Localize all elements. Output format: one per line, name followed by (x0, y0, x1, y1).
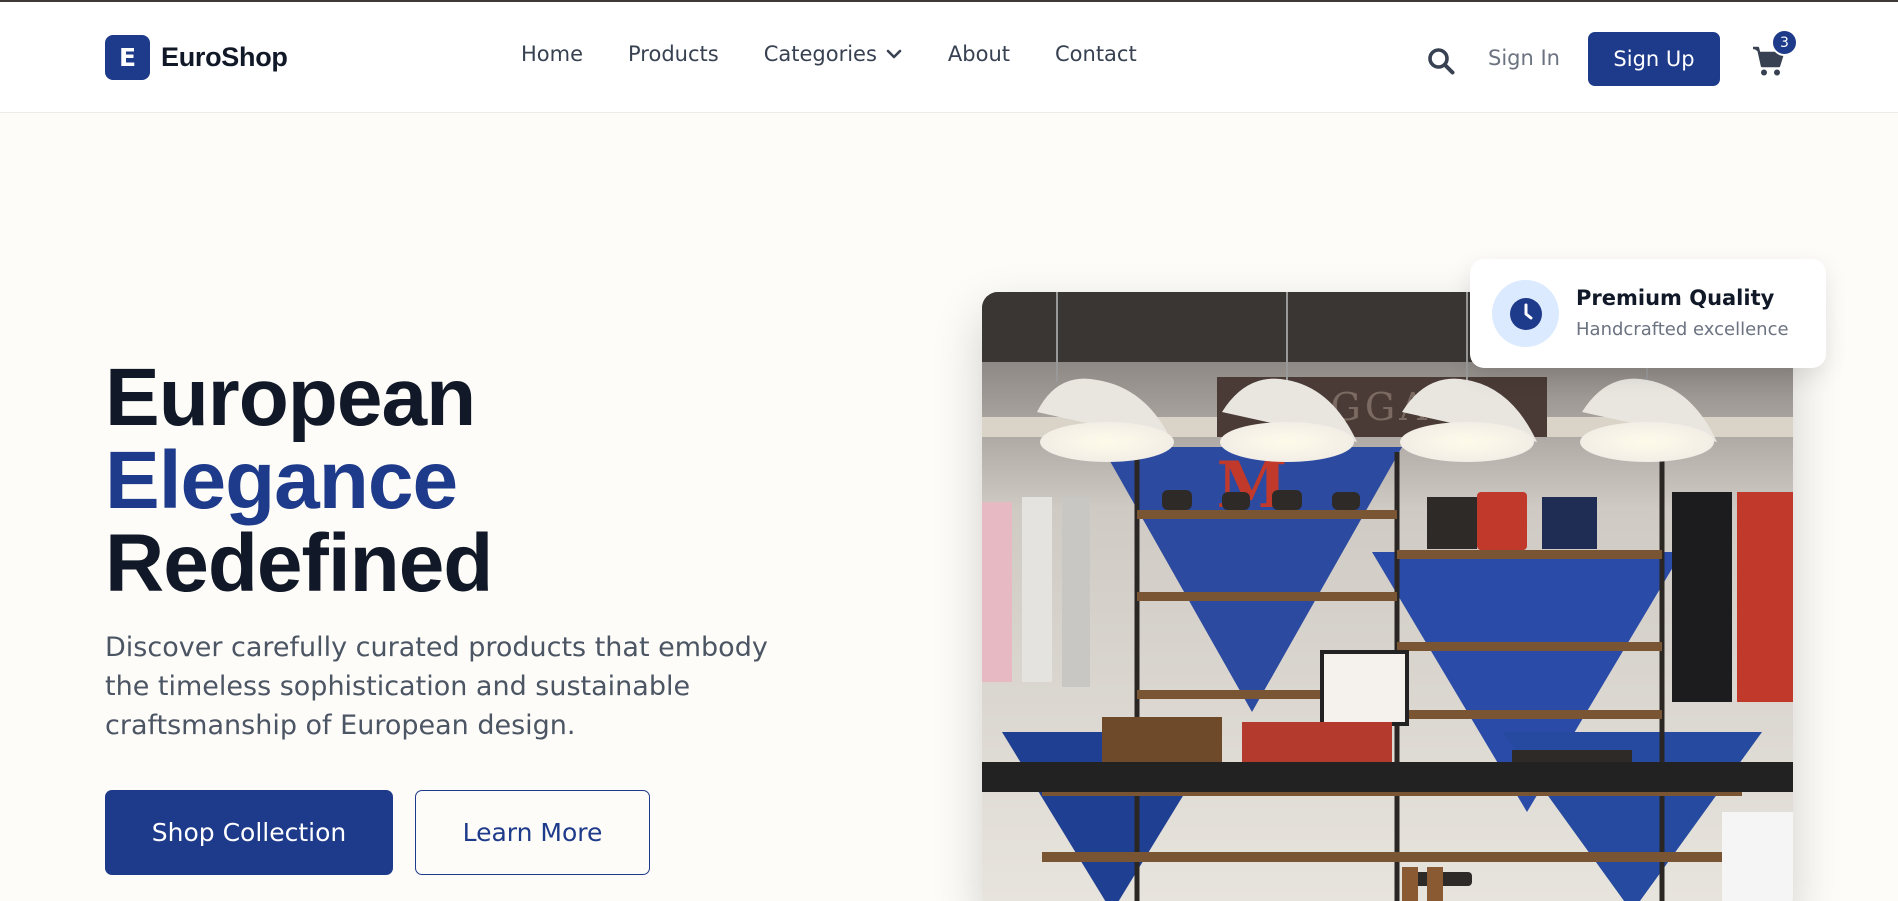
chevron-down-icon (886, 49, 902, 59)
logo-mark: E (105, 35, 150, 80)
nav-products[interactable]: Products (628, 42, 719, 66)
learn-more-button[interactable]: Learn More (415, 790, 650, 875)
nav-products-label: Products (628, 42, 719, 66)
sign-up-button[interactable]: Sign Up (1588, 32, 1720, 86)
logo[interactable]: E EuroShop (105, 35, 288, 80)
hero-title-line2: Elegance (105, 435, 458, 526)
hero-description: Discover carefully curated products that… (105, 632, 768, 741)
hero-title-line3: Redefined (105, 518, 493, 609)
nav-categories-label: Categories (763, 42, 877, 66)
nav-about[interactable]: About (948, 42, 1010, 66)
logo-text: EuroShop (161, 42, 288, 72)
nav-categories[interactable]: Categories (764, 42, 903, 66)
nav-home-label: Home (521, 42, 584, 66)
cart-count-badge: 3 (1771, 29, 1798, 56)
quality-title: Premium Quality (1576, 286, 1775, 310)
hero-title-line1: European (105, 352, 476, 443)
sign-in-link[interactable]: Sign In (1488, 46, 1560, 70)
nav-about-label: About (947, 42, 1010, 66)
hero-store-image: BAGGAGE M (982, 292, 1793, 901)
clock-icon (1509, 297, 1542, 330)
premium-quality-card: Premium Quality Handcrafted excellence (1470, 259, 1826, 368)
nav-home[interactable]: Home (521, 42, 583, 66)
nav-contact-label: Contact (1055, 42, 1137, 66)
search-icon[interactable] (1426, 46, 1456, 76)
store-interior-illustration: BAGGAGE M (982, 292, 1793, 901)
quality-subtitle: Handcrafted excellence (1576, 319, 1789, 340)
site-header: E EuroShop Home Products Categories Abou… (0, 2, 1898, 113)
main-nav: Home Products Categories About Contact (521, 42, 1137, 66)
hero-title: European Elegance Redefined (105, 352, 493, 609)
nav-contact[interactable]: Contact (1055, 42, 1137, 66)
quality-icon-badge (1492, 280, 1559, 347)
shop-collection-button[interactable]: Shop Collection (105, 790, 393, 875)
